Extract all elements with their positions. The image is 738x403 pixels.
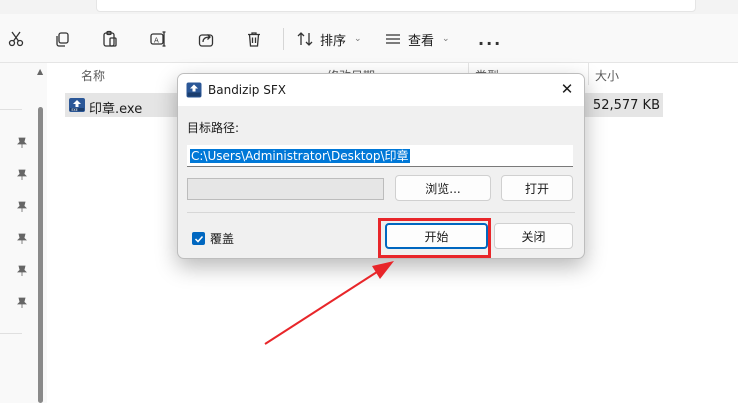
close-button[interactable]: 关闭	[494, 223, 573, 249]
sort-menu[interactable]: 排序 ⌄	[296, 28, 362, 50]
address-bar[interactable]	[96, 0, 696, 12]
open-button[interactable]: 打开	[501, 175, 573, 201]
view-icon	[386, 34, 400, 44]
file-size: 52,577 KB	[592, 98, 660, 113]
pin-icon	[16, 233, 28, 245]
dialog-divider	[187, 212, 575, 213]
rename-icon[interactable]: A	[146, 28, 170, 50]
pin-icon	[16, 137, 28, 149]
share-icon[interactable]	[194, 28, 218, 50]
overwrite-label: 覆盖	[210, 232, 235, 246]
scroll-thumb[interactable]	[38, 107, 43, 403]
explorer-toolbar: A 排序 ⌄ 查看 ⌄ ...	[0, 14, 738, 63]
pin-icon	[16, 297, 28, 309]
nav-scrollbar[interactable]: ▲	[35, 63, 47, 403]
more-options-button[interactable]: ...	[478, 30, 502, 49]
svg-text:A: A	[154, 37, 159, 45]
view-menu[interactable]: 查看 ⌄	[384, 28, 450, 50]
dialog-titlebar[interactable]: Bandizip SFX ✕	[178, 74, 584, 106]
scroll-up-icon[interactable]: ▲	[37, 67, 43, 76]
svg-text:EXE: EXE	[72, 108, 78, 112]
nav-divider	[0, 333, 22, 334]
paste-icon[interactable]	[98, 28, 122, 50]
overwrite-checkbox[interactable]: 覆盖	[192, 230, 234, 247]
chevron-down-icon: ⌄	[354, 34, 362, 44]
cut-icon[interactable]	[4, 28, 28, 50]
dialog-title: Bandizip SFX	[208, 83, 286, 97]
exe-file-icon: EXE	[68, 97, 86, 113]
browse-button[interactable]: 浏览...	[395, 175, 491, 201]
target-path-label: 目标路径:	[187, 121, 240, 135]
checkbox-checked-icon[interactable]	[192, 232, 205, 245]
target-path-input[interactable]: C:\Users\Administrator\Desktop\印章	[187, 145, 573, 167]
annotation-highlight-box	[378, 218, 491, 258]
pin-icon	[16, 169, 28, 181]
pin-icon	[16, 265, 28, 277]
nav-divider	[0, 109, 22, 110]
sort-icon	[297, 32, 313, 46]
column-header-name[interactable]: 名称	[81, 67, 105, 84]
toolbar-divider	[283, 28, 284, 50]
close-icon[interactable]: ✕	[556, 78, 578, 100]
chevron-down-icon: ⌄	[442, 34, 450, 44]
file-name[interactable]: 印章.exe	[89, 98, 142, 117]
extract-progress-bar	[187, 178, 384, 200]
view-label: 查看	[408, 33, 435, 49]
column-divider[interactable]	[588, 63, 589, 85]
sort-label: 排序	[320, 33, 347, 49]
title-strip	[0, 0, 738, 14]
target-path-value: C:\Users\Administrator\Desktop\印章	[190, 149, 410, 163]
copy-icon[interactable]	[50, 28, 74, 50]
column-header-size[interactable]: 大小	[595, 67, 619, 84]
pin-icon	[16, 201, 28, 213]
bandizip-app-icon	[186, 82, 202, 98]
delete-icon[interactable]	[242, 28, 266, 50]
